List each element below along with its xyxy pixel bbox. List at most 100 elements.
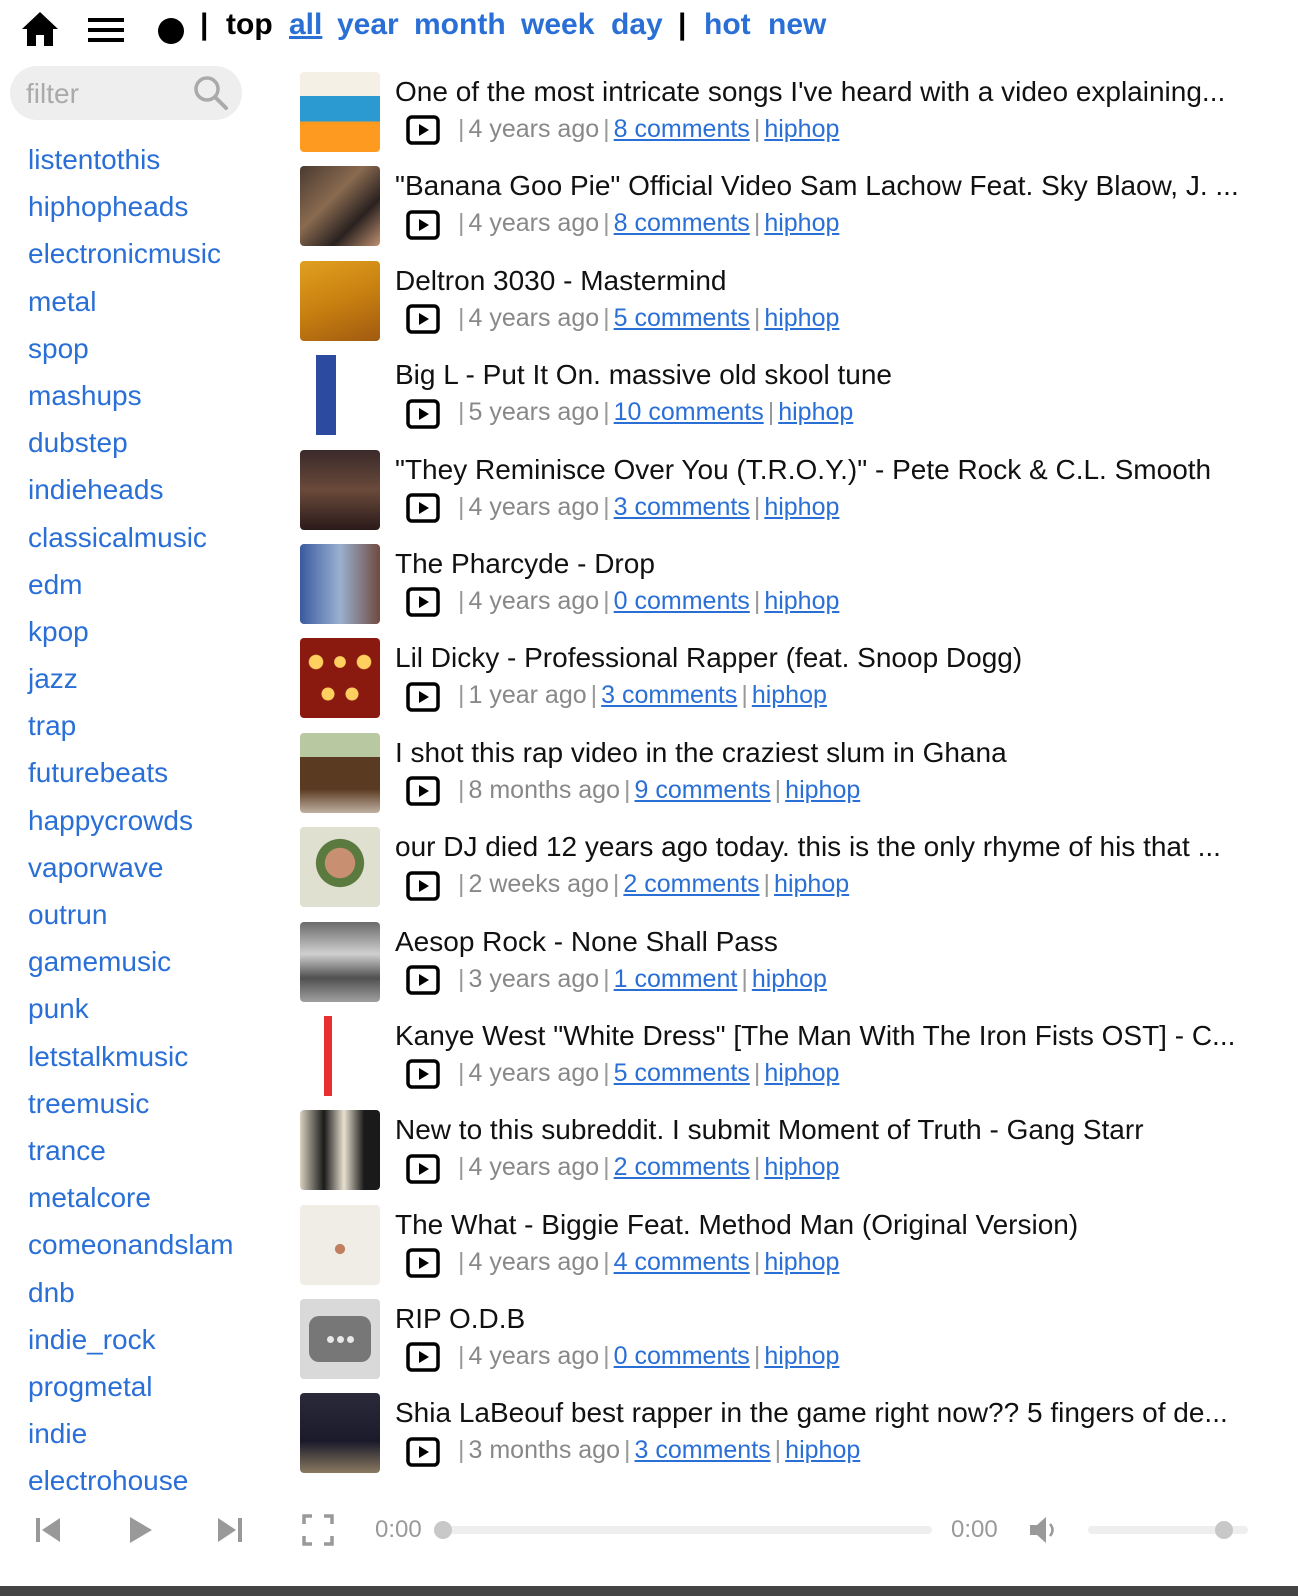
post-title[interactable]: Big L - Put It On. massive old skool tun…: [395, 357, 1250, 393]
youtube-play-icon[interactable]: [406, 587, 440, 618]
youtube-play-icon[interactable]: [406, 870, 440, 901]
subreddit-link[interactable]: dubstep: [28, 423, 288, 470]
subreddit-link[interactable]: vaporwave: [28, 848, 288, 895]
subreddit-link[interactable]: dnb: [28, 1273, 288, 1320]
nav-period-year[interactable]: year: [337, 8, 399, 42]
subreddit-link[interactable]: listentothis: [28, 140, 288, 187]
post-thumbnail[interactable]: [300, 827, 380, 908]
post-title[interactable]: Kanye West "White Dress" [The Man With T…: [395, 1018, 1250, 1054]
nav-period-month[interactable]: month: [414, 8, 506, 42]
record-dot-icon[interactable]: [158, 18, 184, 44]
subreddit-link[interactable]: letstalkmusic: [28, 1037, 288, 1084]
progress-bar[interactable]: [434, 1521, 932, 1539]
nav-period-all[interactable]: all: [289, 8, 322, 42]
post-title[interactable]: New to this subreddit. I submit Moment o…: [395, 1112, 1250, 1148]
post-thumbnail[interactable]: [300, 1110, 380, 1191]
post-title[interactable]: RIP O.D.B: [395, 1301, 1250, 1337]
youtube-play-icon[interactable]: [406, 115, 440, 146]
post-subreddit-link[interactable]: hiphop: [778, 398, 853, 426]
post-subreddit-link[interactable]: hiphop: [785, 776, 860, 804]
post-thumbnail[interactable]: [300, 260, 380, 341]
post-comments-link[interactable]: 8 comments: [614, 209, 750, 237]
post-comments-link[interactable]: 0 comments: [614, 587, 750, 615]
post-title[interactable]: Aesop Rock - None Shall Pass: [395, 924, 1250, 960]
post-subreddit-link[interactable]: hiphop: [752, 965, 827, 993]
youtube-play-icon[interactable]: [406, 304, 440, 334]
post-subreddit-link[interactable]: hiphop: [764, 209, 839, 237]
youtube-play-icon[interactable]: [406, 1437, 440, 1467]
subreddit-link[interactable]: indie: [28, 1414, 288, 1461]
skip-previous-icon[interactable]: [30, 1512, 66, 1548]
youtube-play-icon[interactable]: [406, 681, 440, 712]
post-comments-link[interactable]: 10 comments: [614, 398, 764, 426]
post-thumbnail[interactable]: [300, 1204, 380, 1285]
post-comments-link[interactable]: 1 comment: [614, 965, 738, 993]
post-title[interactable]: our DJ died 12 years ago today. this is …: [395, 829, 1250, 865]
subreddit-link[interactable]: comeonandslam: [28, 1225, 288, 1272]
youtube-play-icon[interactable]: [406, 493, 440, 523]
post-thumbnail[interactable]: [300, 638, 380, 719]
subreddit-link[interactable]: electronicmusic: [28, 234, 288, 281]
subreddit-link[interactable]: happycrowds: [28, 801, 288, 848]
post-subreddit-link[interactable]: hiphop: [764, 493, 839, 521]
post-title[interactable]: One of the most intricate songs I've hea…: [395, 74, 1250, 110]
post-subreddit-link[interactable]: hiphop: [785, 1436, 860, 1464]
post-thumbnail[interactable]: [300, 732, 380, 813]
post-thumbnail[interactable]: [300, 449, 380, 530]
post-comments-link[interactable]: 0 comments: [614, 1342, 750, 1370]
post-subreddit-link[interactable]: hiphop: [764, 304, 839, 332]
post-subreddit-link[interactable]: hiphop: [764, 1153, 839, 1181]
subreddit-link[interactable]: kpop: [28, 612, 288, 659]
subreddit-link[interactable]: classicalmusic: [28, 518, 288, 565]
post-title[interactable]: The What - Biggie Feat. Method Man (Orig…: [395, 1207, 1250, 1243]
volume-icon[interactable]: [1026, 1512, 1062, 1548]
post-subreddit-link[interactable]: hiphop: [752, 681, 827, 709]
post-title[interactable]: Lil Dicky - Professional Rapper (feat. S…: [395, 640, 1250, 676]
skip-next-icon[interactable]: [212, 1512, 248, 1548]
post-subreddit-link[interactable]: hiphop: [764, 1342, 839, 1370]
youtube-play-icon[interactable]: [406, 1153, 440, 1184]
youtube-play-icon[interactable]: [406, 398, 440, 429]
post-subreddit-link[interactable]: hiphop: [764, 587, 839, 615]
subreddit-link[interactable]: mashups: [28, 376, 288, 423]
post-title[interactable]: The Pharcyde - Drop: [395, 546, 1250, 582]
post-comments-link[interactable]: 5 comments: [614, 1059, 750, 1087]
hamburger-menu-icon[interactable]: [86, 14, 126, 46]
post-subreddit-link[interactable]: hiphop: [764, 1059, 839, 1087]
post-title[interactable]: "Banana Goo Pie" Official Video Sam Lach…: [395, 168, 1250, 204]
nav-period-week[interactable]: week: [521, 8, 594, 42]
volume-slider[interactable]: [1088, 1521, 1248, 1539]
subreddit-link[interactable]: punk: [28, 989, 288, 1036]
play-icon[interactable]: [122, 1512, 158, 1548]
post-title[interactable]: Shia LaBeouf best rapper in the game rig…: [395, 1395, 1250, 1431]
fullscreen-icon[interactable]: [300, 1512, 336, 1548]
post-comments-link[interactable]: 2 comments: [623, 870, 759, 898]
post-thumbnail[interactable]: [300, 1299, 380, 1380]
post-comments-link[interactable]: 5 comments: [614, 304, 750, 332]
youtube-play-icon[interactable]: [406, 776, 440, 806]
post-comments-link[interactable]: 3 comments: [601, 681, 737, 709]
post-thumbnail[interactable]: [300, 72, 380, 152]
subreddit-link[interactable]: metalcore: [28, 1178, 288, 1225]
nav-period-day[interactable]: day: [611, 8, 663, 42]
post-thumbnail[interactable]: [300, 355, 380, 436]
post-comments-link[interactable]: 4 comments: [614, 1248, 750, 1276]
post-subreddit-link[interactable]: hiphop: [764, 115, 839, 143]
post-comments-link[interactable]: 3 comments: [614, 493, 750, 521]
youtube-play-icon[interactable]: [406, 1059, 440, 1090]
post-comments-link[interactable]: 8 comments: [614, 115, 750, 143]
subreddit-link[interactable]: indieheads: [28, 470, 288, 517]
post-title[interactable]: I shot this rap video in the craziest sl…: [395, 735, 1250, 771]
post-title[interactable]: Deltron 3030 - Mastermind: [395, 263, 1250, 299]
subreddit-link[interactable]: metal: [28, 282, 288, 329]
post-thumbnail[interactable]: [300, 1393, 380, 1474]
nav-sort-new[interactable]: new: [768, 8, 826, 42]
subreddit-link[interactable]: outrun: [28, 895, 288, 942]
search-icon[interactable]: [192, 74, 230, 112]
subreddit-link[interactable]: edm: [28, 565, 288, 612]
post-comments-link[interactable]: 2 comments: [614, 1153, 750, 1181]
post-subreddit-link[interactable]: hiphop: [774, 870, 849, 898]
home-icon[interactable]: [20, 10, 60, 48]
subreddit-link[interactable]: spop: [28, 329, 288, 376]
post-thumbnail[interactable]: [300, 166, 380, 247]
